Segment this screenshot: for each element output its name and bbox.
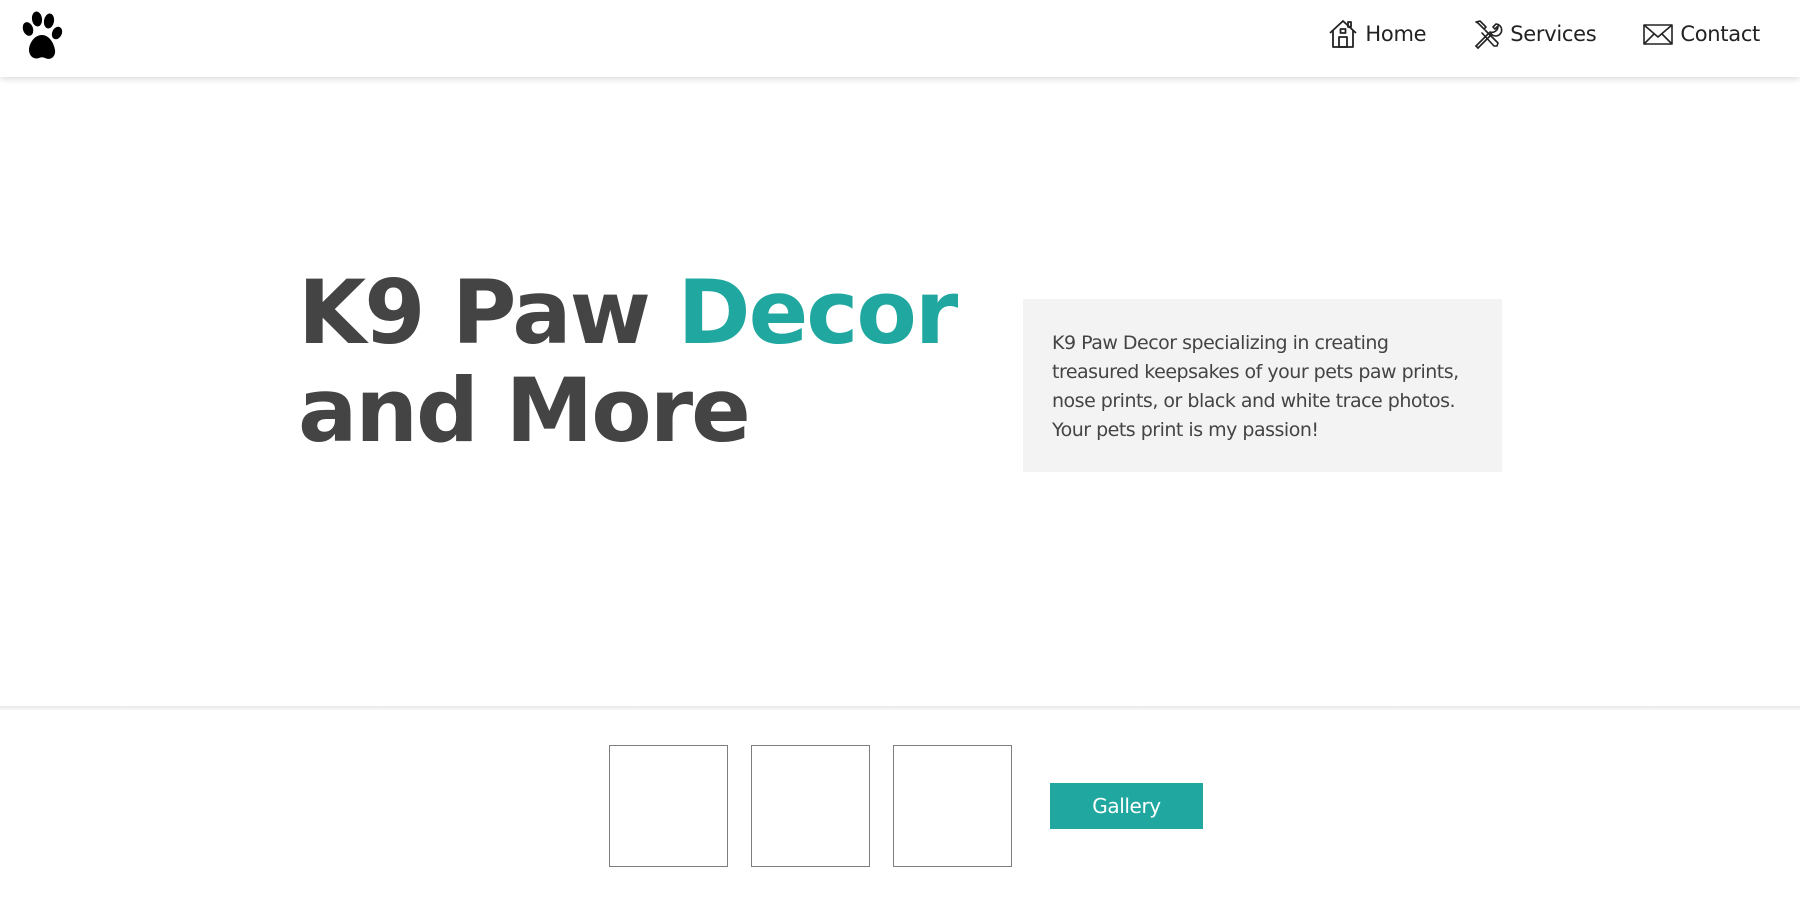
nav-contact-label: Contact: [1680, 22, 1760, 46]
page: Home Services Contact K9 Paw Decor and M…: [0, 0, 1800, 900]
hero-title-accent: Decor: [677, 261, 959, 364]
gallery-thumbnails: [609, 745, 1012, 867]
mail-icon: [1643, 24, 1674, 45]
home-icon: [1329, 20, 1358, 48]
hero-title: K9 Paw Decor and More: [298, 261, 959, 462]
nav-services[interactable]: Services: [1472, 18, 1597, 50]
tools-icon: [1475, 20, 1503, 49]
nav-home[interactable]: Home: [1327, 18, 1427, 50]
nav-contact[interactable]: Contact: [1642, 18, 1760, 50]
gallery-button[interactable]: Gallery: [1050, 783, 1203, 829]
intro-box: K9 Paw Decor specializing in creating tr…: [1023, 299, 1502, 472]
hero-title-part2: and More: [298, 359, 751, 462]
gallery-thumbnail[interactable]: [609, 745, 728, 867]
main-nav: Home Services Contact: [1327, 18, 1760, 50]
gallery-thumbnail[interactable]: [751, 745, 870, 867]
intro-text: K9 Paw Decor specializing in creating tr…: [1052, 332, 1459, 441]
nav-home-label: Home: [1365, 22, 1427, 46]
paw-print-icon[interactable]: [20, 10, 64, 64]
gallery-thumbnail[interactable]: [893, 745, 1012, 867]
site-header: Home Services Contact: [0, 0, 1800, 77]
nav-services-label: Services: [1510, 22, 1597, 46]
section-divider: [0, 706, 1800, 710]
hero-title-part1: K9 Paw: [298, 261, 678, 364]
